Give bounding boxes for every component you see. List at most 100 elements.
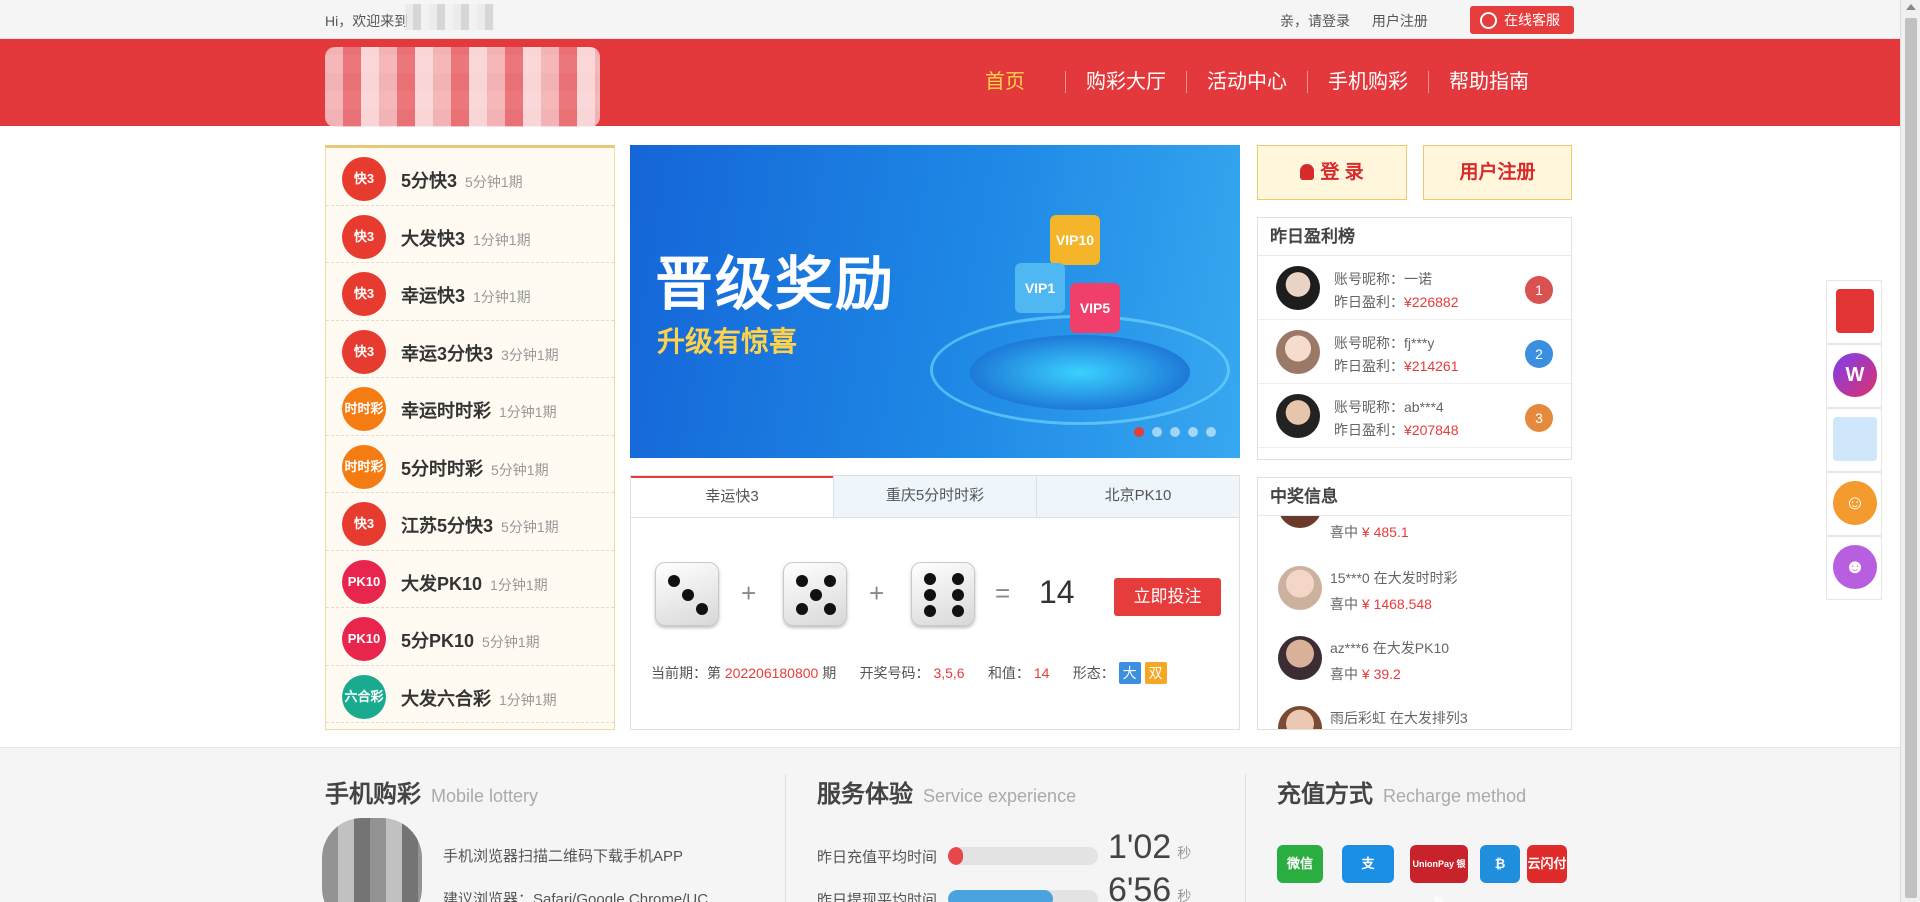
vertical-scrollbar[interactable] bbox=[1900, 0, 1920, 902]
game-logo-icon: 快3 bbox=[342, 502, 386, 546]
tab-beijing-pk10[interactable]: 北京PK10 bbox=[1036, 476, 1239, 517]
game-item[interactable]: 快3 大发快3 1分钟1期 bbox=[326, 206, 614, 263]
footer-divider-1 bbox=[785, 774, 786, 902]
service-title: 服务体验 bbox=[817, 781, 913, 808]
winner-avatar bbox=[1278, 706, 1322, 729]
nav-help-guide[interactable]: 帮助指南 bbox=[1428, 71, 1549, 93]
banner-dot-3[interactable] bbox=[1170, 427, 1180, 437]
float-group-chat[interactable]: ☺ bbox=[1826, 472, 1882, 536]
die-pip bbox=[682, 589, 694, 601]
promo-banner[interactable]: 晋级奖励 升级有惊喜 VIP10 VIP1 VIP5 bbox=[630, 145, 1240, 458]
banner-dot-4[interactable] bbox=[1188, 427, 1198, 437]
nav-home[interactable]: 首页 bbox=[965, 71, 1065, 93]
dice-sum: 14 bbox=[1039, 574, 1075, 610]
game-logo-icon: PK10 bbox=[342, 559, 386, 604]
nick-label: 账号昵称： bbox=[1334, 271, 1404, 287]
rank-badge: 3 bbox=[1525, 404, 1553, 432]
game-logo-icon: 快3 bbox=[342, 272, 386, 316]
withdraw-time-label: 昨日提现平均时间 bbox=[817, 892, 938, 902]
blurred-site-name bbox=[405, 4, 495, 30]
withdraw-bar-fill bbox=[948, 890, 1053, 902]
winners-list: 喜中 ¥ 485.1 15***0 在大发时时彩 喜中 ¥ 1468.548 a… bbox=[1258, 516, 1571, 729]
draw-numbers: 3,5,6 bbox=[933, 665, 965, 681]
game-name: 幸运时时彩 bbox=[401, 401, 491, 421]
cube-vip1: VIP1 bbox=[1015, 263, 1065, 313]
withdraw-time-bar bbox=[948, 890, 1098, 902]
recharge-time-label: 昨日充值平均时间 bbox=[817, 849, 938, 866]
service-section-title: 服务体验 Service experience bbox=[817, 774, 1076, 809]
game-period: 5分钟1期 bbox=[482, 634, 540, 650]
service-subtitle: Service experience bbox=[923, 786, 1077, 806]
die-pip bbox=[796, 575, 808, 587]
winner-item-1: 喜中 ¥ 485.1 bbox=[1258, 516, 1571, 544]
game-name: 大发PK10 bbox=[401, 573, 483, 594]
game-item[interactable]: 六合彩 大发六合彩 1分钟1期 bbox=[326, 666, 614, 723]
register-button[interactable]: 用户注册 bbox=[1423, 145, 1572, 200]
banner-dot-1[interactable] bbox=[1134, 427, 1144, 437]
game-item[interactable]: 时时彩 幸运时时彩 1分钟1期 bbox=[326, 378, 614, 436]
bitcoin-icon: ₿ bbox=[1480, 845, 1520, 883]
game-logo-icon: 时时彩 bbox=[342, 387, 386, 431]
profit-line: 昨日盈利：¥214261 bbox=[1334, 356, 1459, 376]
die-2 bbox=[783, 562, 847, 626]
period-suffix: 期 bbox=[822, 665, 837, 681]
tab-lucky-k3[interactable]: 幸运快3 bbox=[631, 476, 833, 517]
bet-now-button[interactable]: 立即投注 bbox=[1114, 578, 1221, 616]
float-red-envelope[interactable] bbox=[1826, 280, 1882, 344]
game-item[interactable]: 快3 幸运3分快3 3分钟1期 bbox=[326, 321, 614, 378]
tab-chongqing-ssc[interactable]: 重庆5分时时彩 bbox=[833, 476, 1036, 517]
game-name: 5分时时彩 bbox=[401, 458, 484, 479]
plus-sign-1: + bbox=[741, 578, 757, 608]
mobile-scan-text: 手机浏览器扫描二维码下载手机APP bbox=[443, 848, 684, 865]
group-chat-icon: ☺ bbox=[1833, 481, 1877, 525]
register-link[interactable]: 用户注册 bbox=[1372, 13, 1428, 29]
die-pip bbox=[952, 573, 964, 585]
user-avatar bbox=[1276, 266, 1320, 310]
pay-section-title: 充值方式 Recharge method bbox=[1277, 774, 1526, 809]
die-pip bbox=[796, 603, 808, 615]
float-w-app[interactable]: W bbox=[1826, 344, 1882, 408]
profit-label: 昨日盈利： bbox=[1334, 358, 1404, 374]
game-period: 3分钟1期 bbox=[501, 346, 559, 363]
game-logo-icon: 快3 bbox=[342, 214, 386, 259]
online-service-button[interactable]: 在线客服 bbox=[1470, 6, 1574, 34]
game-logo-icon: 快3 bbox=[342, 329, 386, 374]
login-button[interactable]: 登 录 bbox=[1257, 145, 1407, 200]
pay-subtitle: Recharge method bbox=[1383, 786, 1527, 806]
footer-divider-2 bbox=[1245, 774, 1246, 902]
nav-activity-center[interactable]: 活动中心 bbox=[1186, 71, 1307, 93]
wechat-pay-icon: 微信 bbox=[1277, 845, 1323, 883]
nav-mobile-lottery[interactable]: 手机购彩 bbox=[1307, 71, 1428, 93]
game-item[interactable]: 时时彩 5分时时彩 5分钟1期 bbox=[326, 436, 614, 493]
die-1 bbox=[655, 562, 719, 626]
ranking-row: 账号昵称：ab***4 昨日盈利：¥207848 3 bbox=[1258, 384, 1571, 448]
login-link[interactable]: 亲，请登录 bbox=[1280, 13, 1350, 29]
game-item[interactable]: PK10 大发PK10 1分钟1期 bbox=[326, 551, 614, 608]
pay-title: 充值方式 bbox=[1277, 781, 1373, 808]
withdraw-time-value: 6'56 秒 bbox=[1108, 871, 1191, 902]
site-logo[interactable] bbox=[325, 47, 600, 127]
float-customer-service[interactable]: ☻ bbox=[1826, 536, 1882, 600]
winner-text: 雨后彩虹 在大发排列3 bbox=[1330, 710, 1468, 726]
profit-value: ¥207848 bbox=[1404, 422, 1459, 438]
scroll-up-arrow-icon[interactable] bbox=[1906, 4, 1916, 10]
period-number: 202206180800 bbox=[724, 665, 819, 681]
period-label: 当前期：第 bbox=[651, 665, 721, 681]
game-item[interactable]: 快3 幸运快3 1分钟1期 bbox=[326, 263, 614, 321]
die-pip bbox=[924, 573, 936, 585]
ranking-title: 昨日盈利榜 bbox=[1258, 218, 1571, 256]
nav-lottery-hall[interactable]: 购彩大厅 bbox=[1065, 71, 1186, 93]
banner-dot-2[interactable] bbox=[1152, 427, 1162, 437]
float-blurred[interactable] bbox=[1826, 408, 1882, 472]
game-item[interactable]: PK10 5分PK10 5分钟1期 bbox=[326, 608, 614, 666]
scrollbar-thumb[interactable] bbox=[1905, 18, 1917, 898]
game-name-wrap: 大发快3 1分钟1期 bbox=[401, 225, 531, 251]
game-item[interactable]: 快3 江苏5分快3 5分钟1期 bbox=[326, 493, 614, 551]
cloud-quickpass-icon: 云闪付 bbox=[1527, 845, 1567, 883]
die-pip bbox=[824, 603, 836, 615]
ranking-list: 账号昵称：一诺 昨日盈利：¥226882 1 账号昵称：fj***y 昨日盈利：¥214… bbox=[1258, 256, 1571, 448]
banner-dot-5[interactable] bbox=[1206, 427, 1216, 437]
numbers-label: 开奖号码： bbox=[859, 665, 930, 681]
game-period: 5分钟1期 bbox=[465, 174, 523, 190]
game-item[interactable]: 快3 5分快3 5分钟1期 bbox=[326, 148, 614, 206]
